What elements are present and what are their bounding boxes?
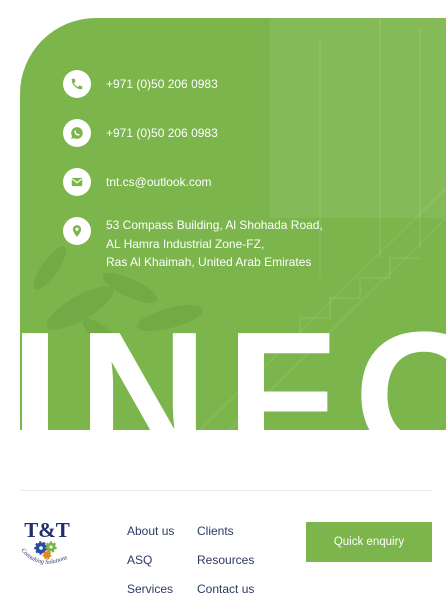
address-line: Ras Al Khaimah, United Arab Emirates xyxy=(106,255,312,269)
logo-graphic: T&T Consulting Solutions xyxy=(19,518,70,566)
phone-icon xyxy=(63,70,91,98)
address-block: 53 Compass Building, Al Shohada Road, AL… xyxy=(106,216,323,272)
company-logo[interactable]: T&T Consulting Solutions xyxy=(19,516,75,572)
footer-link-about-us[interactable]: About us xyxy=(127,523,174,539)
footer-link-resources[interactable]: Resources xyxy=(197,552,254,568)
footer-link-clients[interactable]: Clients xyxy=(197,523,234,539)
location-pin-icon xyxy=(63,217,91,245)
email-link[interactable]: tnt.cs@outlook.com xyxy=(106,174,212,190)
footer-divider xyxy=(20,490,432,491)
phone-link[interactable]: +971 (0)50 206 0983 xyxy=(106,76,218,92)
whatsapp-icon xyxy=(63,119,91,147)
info-panel: +971 (0)50 206 0983 +971 (0)50 206 0983 … xyxy=(20,18,446,430)
footer-link-services[interactable]: Services xyxy=(127,581,173,597)
info-heading: INFO xyxy=(20,295,446,431)
quick-enquiry-button[interactable]: Quick enquiry xyxy=(306,522,432,562)
address-line: AL Hamra Industrial Zone-FZ, xyxy=(106,236,265,251)
logo-mark: T&T xyxy=(24,518,70,542)
whatsapp-link[interactable]: +971 (0)50 206 0983 xyxy=(106,125,218,141)
footer-link-asq[interactable]: ASQ xyxy=(127,552,152,568)
footer-link-contact-us[interactable]: Contact us xyxy=(197,581,254,597)
address-line: 53 Compass Building, Al Shohada Road, xyxy=(106,218,323,232)
mail-icon xyxy=(63,168,91,196)
